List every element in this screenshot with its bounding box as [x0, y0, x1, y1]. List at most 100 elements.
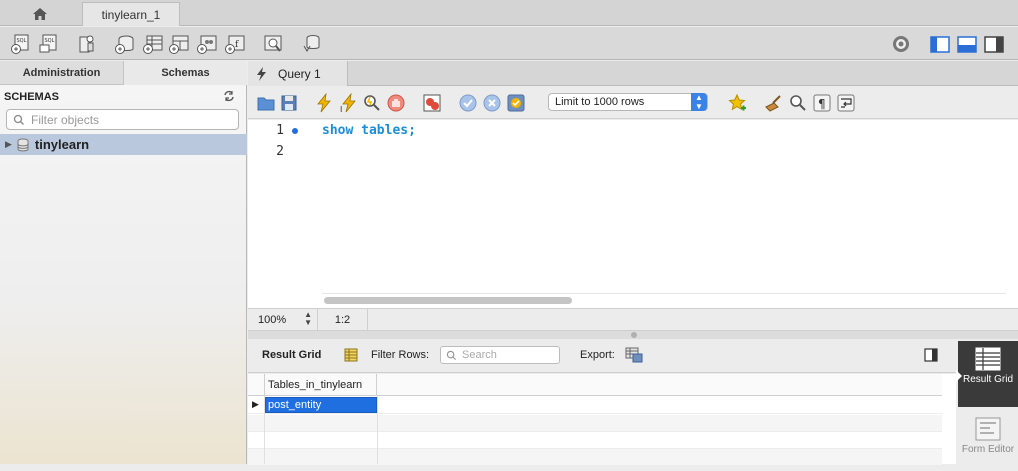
toggle-output-panel-icon[interactable]: [956, 33, 978, 55]
toggle-secondary-sidebar-icon[interactable]: [983, 33, 1005, 55]
svg-text:¶: ¶: [818, 97, 826, 111]
row-pointer-icon: ▶: [252, 399, 259, 409]
zoom-stepper-icon: ▲ ▼: [304, 310, 312, 327]
create-schema-icon[interactable]: [114, 33, 136, 55]
stop-icon[interactable]: [386, 93, 406, 113]
commit-icon[interactable]: [458, 93, 478, 113]
tab-schemas-label: Schemas: [161, 67, 210, 79]
limit-rows-value: Limit to 1000 rows: [555, 96, 645, 108]
table-cell[interactable]: post_entity: [265, 397, 377, 413]
grid-header-row: Tables_in_tinylearn: [248, 374, 942, 396]
navigator-panel: Administration Schemas SCHEMAS Filter ob…: [0, 61, 247, 464]
inspector-icon[interactable]: [76, 33, 98, 55]
export-label: Export:: [580, 349, 615, 361]
grid-column-divider: [264, 396, 265, 464]
result-grid-button-label: Result Grid: [962, 374, 1013, 385]
create-view-icon[interactable]: [168, 33, 190, 55]
query-tab-bar: Query 1: [248, 61, 1018, 86]
column-header[interactable]: Tables_in_tinylearn: [264, 374, 377, 396]
execute-current-icon[interactable]: I: [339, 92, 359, 114]
tab-schemas[interactable]: Schemas: [123, 61, 247, 85]
rollback-icon[interactable]: [482, 93, 502, 113]
connection-tab[interactable]: tinylearn_1: [82, 2, 180, 26]
query-tab[interactable]: Query 1: [248, 61, 348, 86]
schema-name: tinylearn: [34, 137, 90, 152]
home-tab[interactable]: [0, 2, 80, 26]
lightning-icon: [257, 66, 266, 81]
expand-arrow-icon[interactable]: ▶: [5, 139, 12, 150]
tab-administration[interactable]: Administration: [0, 61, 123, 85]
connection-tab-bar: tinylearn_1: [0, 0, 1018, 26]
find-icon[interactable]: [788, 93, 808, 113]
filter-rows-placeholder: Search: [462, 349, 497, 361]
open-sql-script-icon[interactable]: SQL: [38, 33, 60, 55]
query-tab-label: Query 1: [278, 66, 321, 81]
statement-marker-icon: [292, 128, 298, 134]
select-arrows-icon: ▲ ▼: [691, 93, 707, 111]
zoom-value: 100%: [258, 313, 287, 326]
connection-tab-label: tinylearn_1: [101, 7, 161, 22]
form-editor-button-label: Form Editor: [961, 444, 1015, 455]
database-icon: [17, 138, 29, 151]
wrap-lines-icon[interactable]: [836, 93, 856, 113]
add-snippet-star-icon[interactable]: [728, 93, 748, 113]
result-toolbar: Result Grid Filter Rows: Search Export:: [248, 339, 956, 373]
toggle-sidebar-icon[interactable]: [929, 33, 951, 55]
filter-rows-input[interactable]: Search: [440, 346, 560, 364]
table-row[interactable]: ▶ post_entity: [248, 397, 942, 414]
cursor-position: 1:2: [318, 309, 368, 330]
toggle-stop-on-error-icon[interactable]: [422, 93, 442, 113]
beautify-broom-icon[interactable]: [763, 93, 783, 113]
splitter-handle-icon: [631, 332, 637, 338]
open-folder-icon[interactable]: [256, 93, 276, 113]
autocommit-icon[interactable]: [506, 93, 526, 113]
form-editor-button[interactable]: Form Editor: [958, 411, 1018, 471]
create-table-icon[interactable]: [142, 33, 164, 55]
sql-editor[interactable]: 1 show tables; 2: [248, 120, 1018, 308]
preferences-gear-icon[interactable]: [890, 33, 912, 55]
editor-scroll-track: [322, 293, 1006, 294]
create-function-icon[interactable]: f: [224, 33, 246, 55]
reconnect-icon[interactable]: [300, 33, 322, 55]
query-toolbar: I Limit to 1000 rows ▲ ▼ ¶: [248, 87, 1018, 119]
svg-text:SQL: SQL: [17, 38, 27, 44]
line-number: 1: [276, 123, 284, 138]
grid-column-divider: [377, 396, 378, 464]
search-icon: [13, 114, 24, 125]
search-icon: [446, 350, 457, 360]
table-row: [248, 415, 942, 432]
toggle-result-panel-icon[interactable]: [924, 348, 938, 362]
editor-status-bar: 100% ▲ ▼ 1:2: [248, 308, 1018, 331]
invisible-chars-icon[interactable]: ¶: [812, 93, 832, 113]
result-side-panel: Result Grid Form Editor: [956, 339, 1018, 464]
schemas-header: SCHEMAS: [4, 91, 60, 103]
export-icon[interactable]: [625, 347, 643, 363]
result-grid[interactable]: Tables_in_tinylearn ▶ post_entity: [248, 374, 956, 466]
refresh-schemas-icon[interactable]: [223, 90, 235, 102]
home-icon: [33, 8, 47, 20]
result-grid-icon: [975, 347, 1001, 371]
explain-icon[interactable]: [362, 93, 382, 113]
result-grid-button[interactable]: Result Grid: [958, 341, 1018, 407]
svg-text:SQL: SQL: [45, 38, 55, 44]
execute-icon[interactable]: [314, 92, 334, 113]
form-editor-icon: [975, 417, 1001, 441]
table-row: [248, 449, 942, 466]
line-number: 2: [276, 144, 284, 159]
filter-rows-label: Filter Rows:: [371, 349, 430, 361]
create-procedure-icon[interactable]: [196, 33, 218, 55]
filter-objects-placeholder: Filter objects: [31, 112, 100, 127]
grid-view-icon[interactable]: [344, 348, 358, 362]
zoom-select[interactable]: 100% ▲ ▼: [248, 309, 318, 330]
filter-objects-input[interactable]: Filter objects: [6, 109, 239, 130]
active-indicator-icon: [956, 370, 962, 382]
search-table-data-icon[interactable]: [262, 33, 284, 55]
save-icon[interactable]: [279, 93, 299, 113]
limit-rows-select[interactable]: Limit to 1000 rows ▲ ▼: [548, 93, 708, 111]
svg-text:I: I: [340, 105, 342, 113]
schema-tree-item[interactable]: ▶ tinylearn: [0, 134, 247, 155]
horizontal-scrollbar[interactable]: [324, 297, 572, 304]
code-line: show tables;: [322, 123, 416, 138]
new-sql-tab-icon[interactable]: SQL: [10, 33, 32, 55]
panel-splitter[interactable]: [248, 331, 1018, 339]
